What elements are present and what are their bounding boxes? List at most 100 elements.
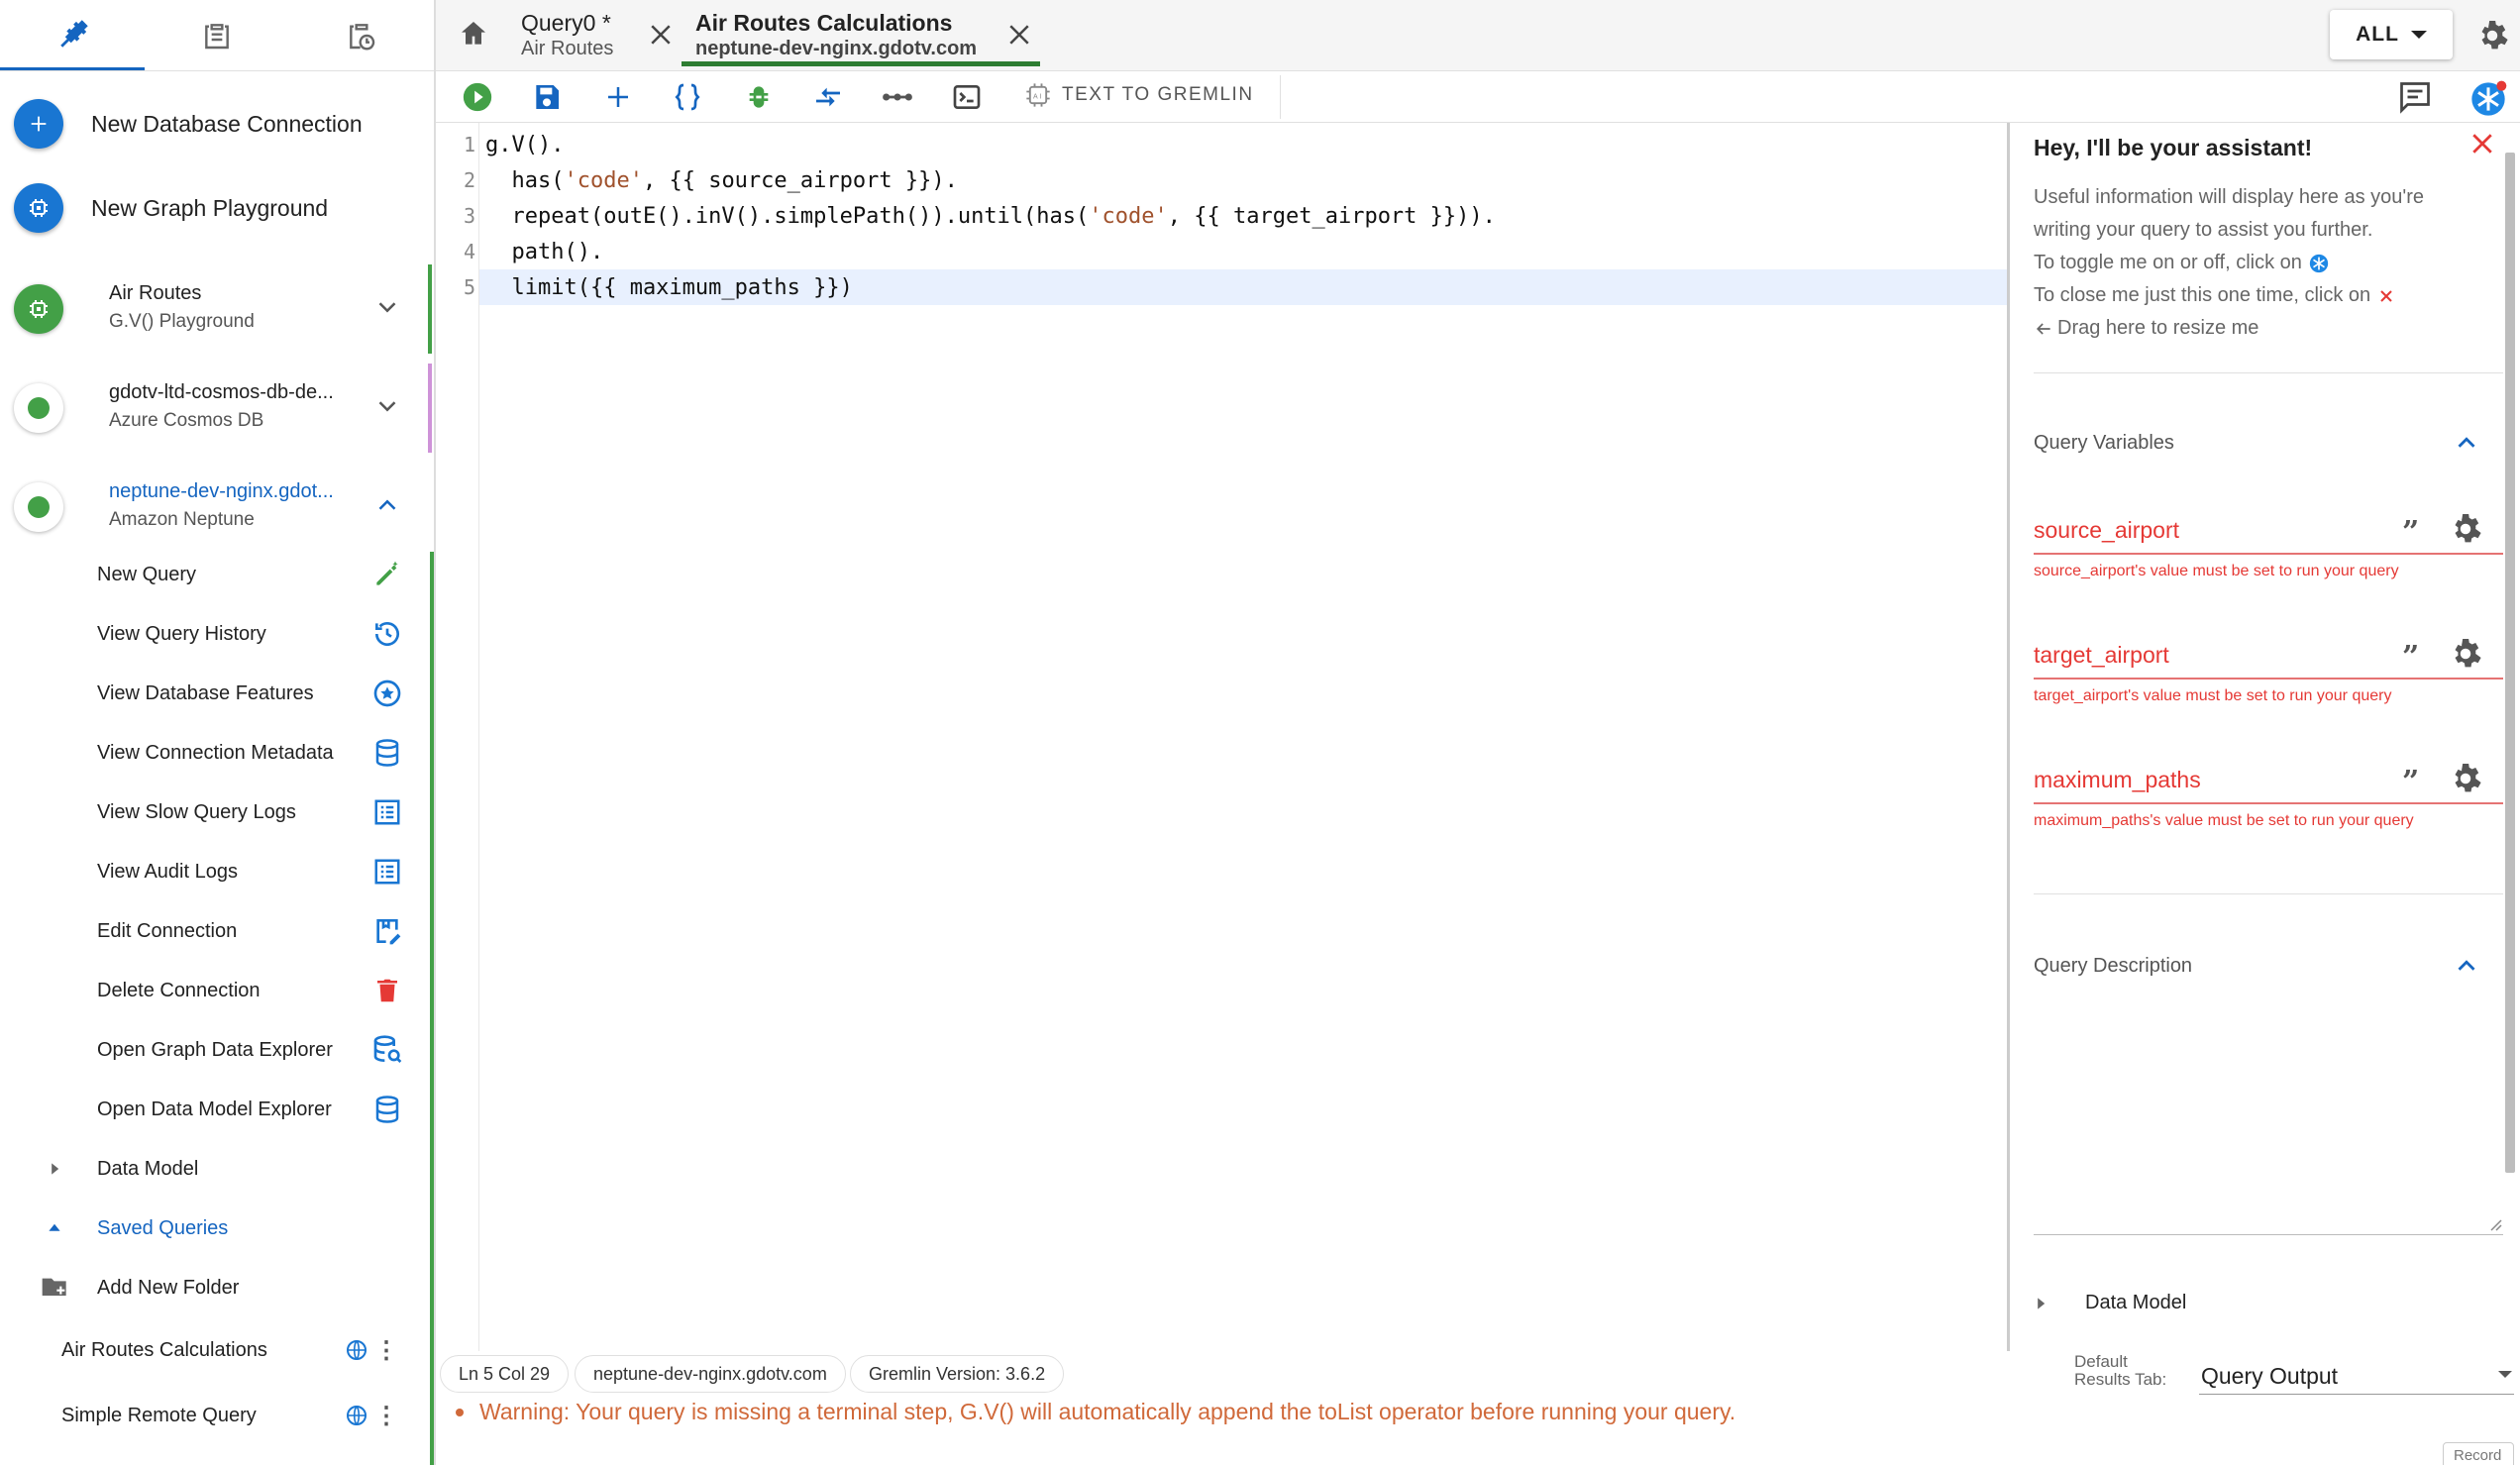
connection-cosmos-db[interactable]: gdotv-ltd-cosmos-db-de... Azure Cosmos D… [0,364,432,453]
line-number: 2 [463,168,475,192]
gear-icon[interactable] [2448,761,2483,796]
variable-source-airport[interactable]: source_airport ” [2034,507,2503,555]
code-line-5[interactable]: limit({{ maximum_paths }}) [479,269,2007,305]
menu-delete-connection[interactable]: Delete Connection [0,961,432,1020]
caret-right-icon [52,1163,59,1175]
chat-icon[interactable] [2397,79,2433,115]
filter-dropdown[interactable]: ALL [2330,10,2453,59]
plus-icon [608,87,628,107]
home-icon[interactable] [458,18,489,50]
scrollbar-thumb[interactable] [2505,153,2515,1173]
gear-icon[interactable] [2448,511,2483,547]
tab-clipboard[interactable] [145,0,289,70]
sidebar: New Database Connection New Graph Playgr… [0,0,436,1465]
menu-edit-connection[interactable]: Edit Connection [0,901,432,961]
line-number: 5 [463,275,475,299]
resize-grip-icon[interactable] [2487,1216,2503,1232]
add-new-folder-button[interactable]: Add New Folder [0,1258,432,1317]
new-db-connection-button[interactable]: New Database Connection [14,99,363,149]
code-text: limit({{ maximum_paths }}) [485,274,853,300]
line-number: 3 [463,204,475,228]
compare-button[interactable] [810,79,846,115]
divider [2034,372,2503,373]
gremlin-version-chip: Gremlin Version: 3.6.2 [850,1355,1065,1393]
tree-data-model[interactable]: Data Model [0,1139,432,1199]
tree-saved-queries[interactable]: Saved Queries [0,1199,432,1258]
close-icon[interactable] [1004,20,1034,50]
assistant-info-line: To close me just this one time, click on [2034,284,2396,307]
menu-view-slow-query-logs[interactable]: View Slow Query Logs [0,783,432,842]
variable-maximum-paths[interactable]: maximum_paths ” [2034,757,2503,804]
chevron-up-icon[interactable] [2452,428,2481,458]
plus-icon [14,99,63,149]
chevron-up-icon[interactable] [372,490,402,520]
assistant-scrollbar[interactable] [2503,143,2517,1272]
menu-new-query[interactable]: New Query [0,545,432,604]
info-text: To toggle me on or off, click on [2034,252,2302,273]
console-button[interactable] [949,79,985,115]
tab-title: Query0 * [521,10,611,36]
code-line-3[interactable]: 3 repeat(outE().inV().simplePath()).unti… [436,198,2007,234]
chevron-down-icon[interactable] [372,391,402,421]
caret-down-icon [2498,1371,2512,1378]
run-button[interactable] [460,79,495,115]
variable-target-airport[interactable]: target_airport ” [2034,632,2503,680]
tree-label: Data Model [97,1157,199,1180]
saved-query-simple-remote-query[interactable]: Simple Remote Query ⋮ [0,1386,432,1445]
more-vert-icon[interactable]: ⋮ [374,1402,398,1430]
code-line-1[interactable]: 1 g.V(). [436,127,2007,162]
menu-view-database-features[interactable]: View Database Features [0,664,432,723]
format-button[interactable] [670,79,705,115]
variable-name: maximum_paths [2034,767,2201,792]
filter-label: ALL [2356,23,2399,46]
close-assistant-icon[interactable] [2468,129,2497,158]
code-line-4[interactable]: 4 path(). [436,234,2007,269]
menu-open-graph-data-explorer[interactable]: Open Graph Data Explorer [0,1020,432,1080]
quote-icon[interactable]: ” [2402,765,2419,799]
quote-icon[interactable]: ” [2402,515,2419,550]
gear-icon[interactable] [2474,18,2510,53]
caret-up-icon [49,1223,60,1231]
quote-icon[interactable]: ” [2402,640,2419,675]
menu-open-data-model-explorer[interactable]: Open Data Model Explorer [0,1080,432,1139]
tab-scheduled[interactable] [289,0,434,70]
new-query-button[interactable] [600,79,636,115]
toolbar-divider [1280,75,1281,119]
code-line-2[interactable]: 2 has('code', {{ source_airport }}). [436,162,2007,198]
variable-error: source_airport's value must be set to ru… [2034,563,2399,579]
default-results-tab-label: Default Results Tab: [2074,1353,2166,1389]
connection-type: Amazon Neptune [109,509,255,530]
line-number: 4 [463,240,475,263]
save-button[interactable] [529,79,565,115]
debug-button[interactable] [741,79,777,115]
folder-add-icon [42,1278,66,1296]
database-search-icon [370,1033,404,1067]
menu-view-connection-metadata[interactable]: View Connection Metadata [0,723,432,783]
play-circle-icon [463,82,492,112]
query-description-textarea[interactable] [2034,1234,2503,1235]
close-icon[interactable] [646,20,676,50]
variable-error: maximum_paths's value must be set to run… [2034,812,2414,829]
chevron-up-icon[interactable] [2452,951,2481,981]
query-editor[interactable]: 1 g.V(). 2 has('code', {{ source_airport… [436,123,2007,1351]
default-results-tab-select[interactable]: Query Output [2199,1355,2514,1395]
assistant-toggle-button[interactable] [2468,79,2508,119]
code-text: path(). [485,239,604,264]
status-bar: Ln 5 Col 29 neptune-dev-nginx.gdotv.com … [436,1351,2520,1465]
menu-view-audit-logs[interactable]: View Audit Logs [0,842,432,901]
new-graph-playground-button[interactable]: New Graph Playground [14,183,328,233]
resize-hint[interactable]: Drag here to resize me [2034,317,2258,340]
graph-button[interactable] [880,79,915,115]
gear-icon[interactable] [2448,636,2483,672]
data-model-toggle[interactable]: Data Model [2034,1292,2186,1314]
connection-neptune[interactable]: neptune-dev-nginx.gdot... Amazon Neptune [0,463,432,552]
connection-air-routes[interactable]: Air Routes G.V() Playground [0,264,432,354]
chevron-down-icon[interactable] [372,292,402,322]
saved-query-air-routes-calculations[interactable]: Air Routes Calculations ⋮ [0,1320,432,1380]
more-vert-icon[interactable]: ⋮ [374,1336,398,1365]
tab-connections[interactable] [0,0,145,70]
record-button[interactable]: Record [2443,1442,2514,1465]
menu-view-query-history[interactable]: View Query History [0,604,432,664]
text-to-gremlin-button[interactable]: AI TEXT TO GREMLIN [1024,81,1254,109]
text-to-gremlin-label: TEXT TO GREMLIN [1062,84,1254,105]
